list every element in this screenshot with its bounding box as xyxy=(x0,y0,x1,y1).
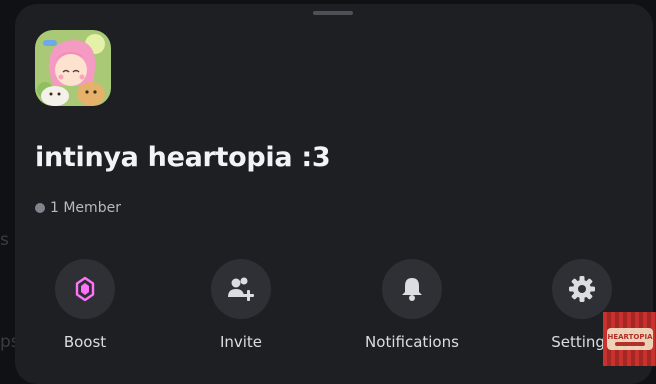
invite-button[interactable]: Invite xyxy=(181,259,301,351)
drag-handle[interactable] xyxy=(313,11,353,15)
invite-user-icon xyxy=(228,277,254,301)
invite-label: Invite xyxy=(219,333,263,351)
logo-text: HEARTOPIA xyxy=(607,333,653,341)
server-info-sheet: intinya heartopia :3 1 Member Boost Invi… xyxy=(15,4,653,384)
member-status-dot-icon xyxy=(35,203,45,213)
gear-icon xyxy=(569,276,595,302)
notifications-button-circle[interactable] xyxy=(382,259,442,319)
boost-button[interactable]: Boost xyxy=(25,259,145,351)
bell-icon xyxy=(402,278,422,301)
background-fragment: s xyxy=(0,230,9,250)
member-count: 1 Member xyxy=(35,200,121,216)
invite-button-circle[interactable] xyxy=(211,259,271,319)
server-avatar-image xyxy=(35,30,111,106)
heartopia-logo: HEARTOPIA xyxy=(603,312,656,366)
settings-button-circle[interactable] xyxy=(552,259,612,319)
notifications-label: Notifications xyxy=(365,333,459,351)
server-name: intinya heartopia :3 xyxy=(35,142,331,173)
server-avatar[interactable] xyxy=(35,30,111,106)
member-count-label: 1 Member xyxy=(50,200,121,216)
boost-gem-icon xyxy=(75,276,95,302)
notifications-button[interactable]: Notifications xyxy=(352,259,472,351)
boost-label: Boost xyxy=(63,333,107,351)
boost-button-circle[interactable] xyxy=(55,259,115,319)
